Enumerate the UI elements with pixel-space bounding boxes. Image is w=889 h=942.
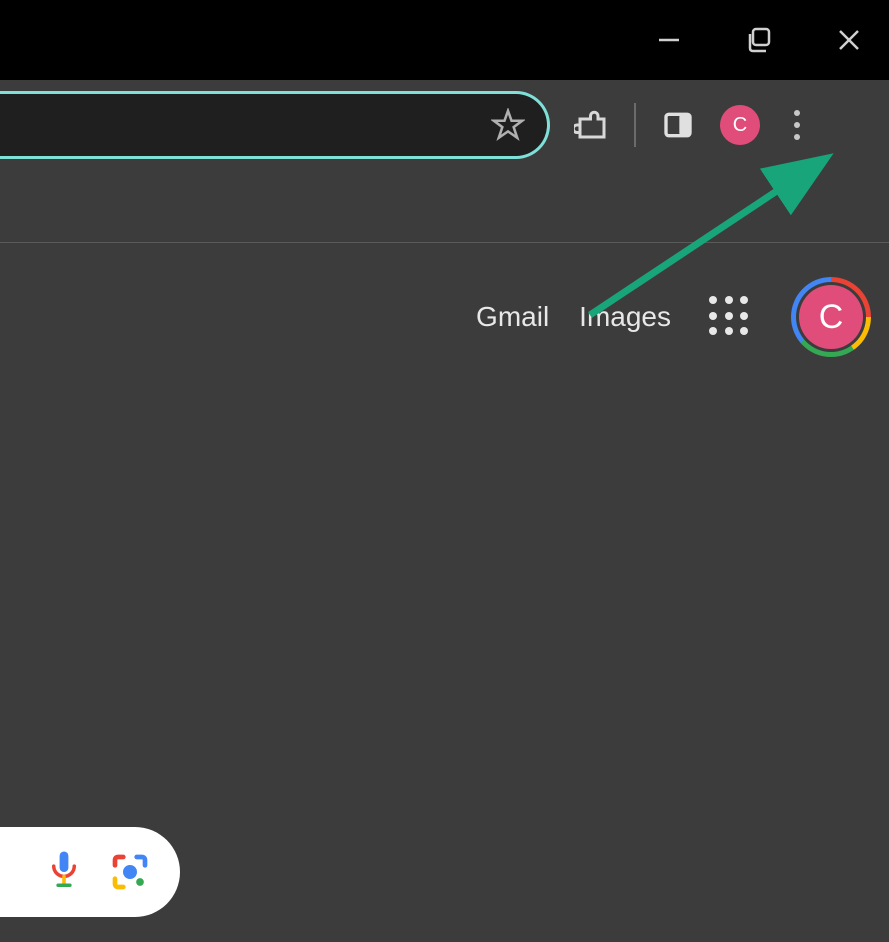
address-bar[interactable]	[0, 91, 550, 159]
header-divider	[0, 242, 889, 243]
images-link[interactable]: Images	[579, 301, 671, 333]
google-header-links: Gmail Images C	[0, 253, 889, 357]
more-menu-button[interactable]	[782, 105, 812, 145]
sidepanel-icon	[662, 109, 694, 141]
extensions-icon	[574, 107, 610, 143]
gmail-link[interactable]: Gmail	[476, 301, 549, 333]
profile-letter-large: C	[819, 298, 844, 337]
window-titlebar	[0, 0, 889, 80]
minimize-icon	[656, 27, 682, 53]
sidepanel-button[interactable]	[658, 105, 698, 145]
bookmark-star-icon[interactable]	[491, 108, 525, 142]
close-icon	[836, 27, 862, 53]
browser-toolbar: C	[0, 80, 889, 170]
profile-letter-small: C	[733, 114, 747, 137]
maximize-button[interactable]	[739, 20, 779, 60]
apps-grid-icon	[709, 296, 717, 304]
close-button[interactable]	[829, 20, 869, 60]
more-dots-icon	[794, 110, 800, 116]
maximize-icon	[745, 26, 773, 54]
profile-avatar-small[interactable]: C	[720, 105, 760, 145]
toolbar-divider	[634, 103, 636, 147]
voice-search-button[interactable]	[46, 850, 82, 894]
minimize-button[interactable]	[649, 20, 689, 60]
lens-search-button[interactable]	[110, 852, 150, 892]
search-actions-pill	[0, 827, 180, 917]
extensions-button[interactable]	[572, 105, 612, 145]
google-apps-button[interactable]	[709, 296, 751, 338]
profile-avatar-large[interactable]: C	[791, 277, 871, 357]
